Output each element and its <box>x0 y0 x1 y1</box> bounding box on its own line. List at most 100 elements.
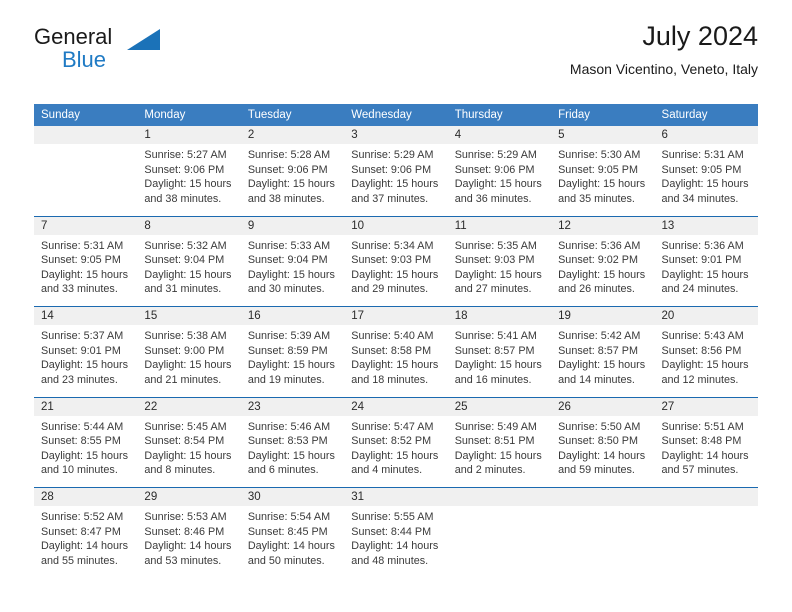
sunset-text: Sunset: 8:53 PM <box>247 435 328 448</box>
calendar-page: General Blue July 2024 Mason Vicentino, … <box>0 0 792 612</box>
sunset-text: Sunset: 8:52 PM <box>351 435 432 448</box>
calendar-daynumber-row: 14 15 16 17 18 19 20 <box>34 306 758 325</box>
sunset-text: Sunset: 9:01 PM <box>661 254 742 267</box>
calendar-detail-row: Sunrise: 5:27 AM Sunset: 9:06 PM Daylight:… <box>34 144 758 216</box>
daylight-text: and 23 minutes. <box>41 373 118 386</box>
sunset-text: Sunset: 9:05 PM <box>558 163 638 176</box>
day-number-empty <box>551 487 655 506</box>
sunrise-text: Sunrise: 5:42 AM <box>558 330 641 342</box>
sunset-text: Sunset: 8:48 PM <box>661 435 742 448</box>
day-number[interactable]: 18 <box>447 306 552 325</box>
location-subtitle: Mason Vicentino, Veneto, Italy <box>569 61 758 77</box>
day-number[interactable]: 27 <box>654 396 758 416</box>
day-number[interactable]: 7 <box>34 215 138 235</box>
sunset-text: Sunset: 9:02 PM <box>558 254 638 267</box>
sunrise-text: Sunrise: 5:50 AM <box>558 420 641 433</box>
day-number[interactable]: 30 <box>240 487 345 506</box>
calendar-header-row-group: Sunday Monday Tuesday Wednesday Thursday… <box>34 104 758 126</box>
sunrise-text: Sunrise: 5:34 AM <box>351 239 434 252</box>
sunrise-text: Sunrise: 5:36 AM <box>661 239 744 252</box>
sunset-text: Sunset: 8:45 PM <box>247 525 328 538</box>
day-number-empty <box>34 126 138 144</box>
day-cell-details: Sunrise: 5:29 AM Sunset: 9:06 PM Daylight:… <box>344 144 448 216</box>
daylight-text: and 35 minutes. <box>558 192 635 205</box>
sunrise-text: Sunrise: 5:35 AM <box>454 239 537 252</box>
day-number[interactable]: 8 <box>137 215 241 235</box>
day-number[interactable]: 14 <box>34 306 138 325</box>
weekday-header-tuesday: Tuesday <box>240 104 345 126</box>
day-number[interactable]: 2 <box>240 126 345 144</box>
day-cell-details: Sunrise: 5:43 AM Sunset: 8:56 PM Daylight:… <box>654 325 758 397</box>
day-number[interactable]: 9 <box>240 215 345 235</box>
day-number[interactable]: 29 <box>137 487 241 506</box>
daylight-text: and 21 minutes. <box>144 373 222 386</box>
general-blue-logo[interactable]: General Blue <box>34 26 264 74</box>
sunrise-text: Sunrise: 5:37 AM <box>41 330 124 342</box>
day-number[interactable]: 10 <box>344 215 448 235</box>
daylight-text: Daylight: 15 hours <box>661 359 749 372</box>
daylight-text: Daylight: 15 hours <box>247 359 335 372</box>
day-number[interactable]: 25 <box>447 396 552 416</box>
sunset-text: Sunset: 9:04 PM <box>247 254 328 267</box>
daylight-text: Daylight: 15 hours <box>144 178 232 191</box>
daylight-text: and 24 minutes. <box>661 283 739 296</box>
daylight-text: and 26 minutes. <box>558 283 635 296</box>
sunset-text: Sunset: 9:01 PM <box>41 344 121 357</box>
day-number[interactable]: 31 <box>344 487 448 506</box>
daylight-text: and 37 minutes. <box>351 192 429 205</box>
day-cell-empty <box>654 506 758 578</box>
weekday-header-wednesday: Wednesday <box>344 104 448 126</box>
sunrise-text: Sunrise: 5:55 AM <box>351 511 434 523</box>
day-number[interactable]: 17 <box>344 306 448 325</box>
day-cell-details: Sunrise: 5:32 AM Sunset: 9:04 PM Daylight:… <box>137 234 241 307</box>
page-header: General Blue July 2024 Mason Vicentino, … <box>34 0 758 77</box>
day-number[interactable]: 20 <box>654 306 758 325</box>
day-cell-details: Sunrise: 5:45 AM Sunset: 8:54 PM Daylight:… <box>137 415 241 488</box>
sunrise-text: Sunrise: 5:53 AM <box>144 511 227 523</box>
day-cell-details: Sunrise: 5:44 AM Sunset: 8:55 PM Daylight:… <box>34 415 138 488</box>
day-number[interactable]: 16 <box>240 306 345 325</box>
daylight-text: and 8 minutes. <box>144 464 216 477</box>
sunrise-text: Sunrise: 5:45 AM <box>144 420 227 433</box>
day-number[interactable]: 21 <box>34 396 138 416</box>
day-number[interactable]: 22 <box>137 396 241 416</box>
day-number[interactable]: 6 <box>654 126 758 144</box>
day-number[interactable]: 28 <box>34 487 138 506</box>
daylight-text: and 12 minutes. <box>661 373 739 386</box>
day-number[interactable]: 13 <box>654 215 758 235</box>
day-cell-details: Sunrise: 5:46 AM Sunset: 8:53 PM Daylight:… <box>240 415 345 488</box>
day-number[interactable]: 23 <box>240 396 345 416</box>
sunrise-text: Sunrise: 5:44 AM <box>41 420 124 433</box>
day-cell-details: Sunrise: 5:49 AM Sunset: 8:51 PM Daylight:… <box>447 415 552 488</box>
day-number[interactable]: 26 <box>551 396 655 416</box>
sunset-text: Sunset: 8:44 PM <box>351 525 432 538</box>
day-cell-details: Sunrise: 5:27 AM Sunset: 9:06 PM Daylight:… <box>137 144 241 216</box>
day-number[interactable]: 1 <box>137 126 241 144</box>
day-cell-details: Sunrise: 5:39 AM Sunset: 8:59 PM Daylight:… <box>240 325 345 397</box>
day-cell-empty <box>447 506 552 578</box>
daylight-text: Daylight: 15 hours <box>661 268 749 281</box>
day-number[interactable]: 15 <box>137 306 241 325</box>
daylight-text: and 38 minutes. <box>247 192 325 205</box>
day-number[interactable]: 24 <box>344 396 448 416</box>
sunset-text: Sunset: 8:58 PM <box>351 344 432 357</box>
day-number[interactable]: 3 <box>344 126 448 144</box>
weekday-header-thursday: Thursday <box>447 104 552 126</box>
daylight-text: and 34 minutes. <box>661 192 739 205</box>
calendar-body: 1 2 3 4 5 6 Sunrise: 5:27 AM Sunset: 9:06 PM Day… <box>34 126 758 578</box>
sunset-text: Sunset: 9:05 PM <box>41 254 121 267</box>
daylight-text: Daylight: 15 hours <box>454 178 542 191</box>
sunset-text: Sunset: 8:55 PM <box>41 435 121 448</box>
day-number[interactable]: 5 <box>551 126 655 144</box>
daylight-text: and 57 minutes. <box>661 464 739 477</box>
daylight-text: and 31 minutes. <box>144 283 222 296</box>
day-number[interactable]: 19 <box>551 306 655 325</box>
daylight-text: Daylight: 15 hours <box>351 449 439 462</box>
sunrise-text: Sunrise: 5:40 AM <box>351 330 434 342</box>
day-number[interactable]: 11 <box>447 215 552 235</box>
daylight-text: Daylight: 15 hours <box>454 359 542 372</box>
day-number[interactable]: 4 <box>447 126 552 144</box>
day-number[interactable]: 12 <box>551 215 655 235</box>
sunrise-text: Sunrise: 5:36 AM <box>558 239 641 252</box>
sunrise-text: Sunrise: 5:49 AM <box>454 420 537 433</box>
